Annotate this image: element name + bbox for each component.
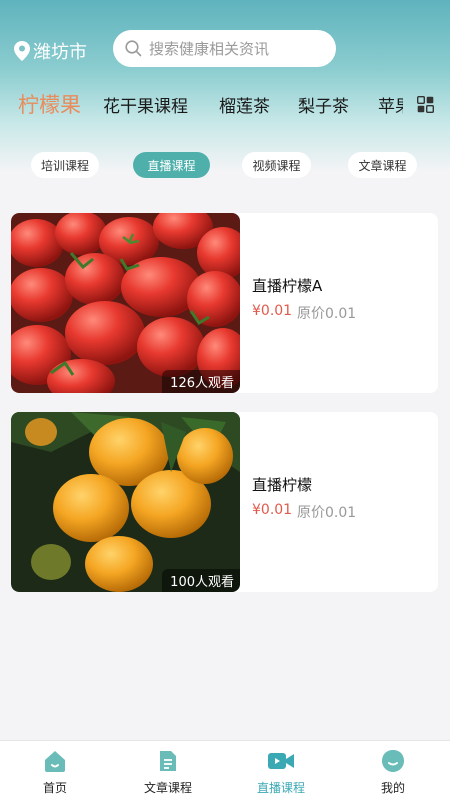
category-tab-lemon[interactable]: 柠檬果 xyxy=(18,92,81,119)
home-icon xyxy=(45,751,65,772)
bottom-tab-bar: 首页 文章课程 直播课程 我的 xyxy=(0,740,450,800)
category-tab-apple[interactable]: 苹果 xyxy=(378,92,403,117)
category-tab-durian-tea[interactable]: 榴莲茶 xyxy=(219,92,270,117)
course-card[interactable]: 100人观看 直播柠檬 ¥0.01 原价0.01 xyxy=(11,412,438,592)
course-original-price: 原价0.01 xyxy=(297,306,357,322)
viewer-count: 100人观看 xyxy=(162,569,240,592)
course-card[interactable]: 126人观看 直播柠檬A ¥0.01 原价0.01 xyxy=(11,213,438,393)
filter-live-courses[interactable]: 直播课程 xyxy=(133,152,210,178)
article-icon xyxy=(160,751,176,771)
orange-photo xyxy=(11,412,240,592)
category-tabs: 柠檬果 花干果课程 榴莲茶 梨子茶 苹果 xyxy=(0,92,450,122)
course-title: 直播柠檬A xyxy=(252,277,323,295)
course-price: ¥0.01 xyxy=(252,502,293,518)
tab-live-label: 直播课程 xyxy=(256,781,305,795)
tab-home[interactable]: 首页 xyxy=(10,749,100,796)
profile-icon xyxy=(382,750,404,772)
tab-mine[interactable]: 我的 xyxy=(348,749,438,796)
tomato-photo xyxy=(11,213,240,393)
tab-home-label: 首页 xyxy=(42,781,67,795)
course-thumbnail-orange: 100人观看 xyxy=(11,412,240,592)
location-selector[interactable]: 潍坊市 xyxy=(14,38,87,64)
search-icon xyxy=(125,40,142,57)
video-camera-icon xyxy=(268,753,294,769)
category-tab-pear-tea[interactable]: 梨子茶 xyxy=(298,92,349,117)
course-type-filters: 培训课程 直播课程 视频课程 文章课程 xyxy=(0,152,450,178)
filter-video-courses[interactable]: 视频课程 xyxy=(242,152,311,178)
city-name: 潍坊市 xyxy=(33,42,87,63)
top-bar: 潍坊市 xyxy=(0,30,450,68)
course-original-price: 原价0.01 xyxy=(297,505,357,521)
grid-icon[interactable] xyxy=(417,96,434,113)
filter-training-courses[interactable]: 培训课程 xyxy=(31,152,99,178)
tab-mine-label: 我的 xyxy=(380,781,405,795)
search-input[interactable] xyxy=(149,39,329,58)
course-thumbnail-tomato: 126人观看 xyxy=(11,213,240,393)
tab-live-courses[interactable]: 直播课程 xyxy=(236,749,326,796)
course-price: ¥0.01 xyxy=(252,303,293,319)
tab-article-courses[interactable]: 文章课程 xyxy=(123,749,213,796)
category-tab-dried-fruit[interactable]: 花干果课程 xyxy=(103,92,188,117)
viewer-count: 126人观看 xyxy=(162,370,240,393)
course-title: 直播柠檬 xyxy=(252,476,313,494)
tab-article-label: 文章课程 xyxy=(143,781,192,795)
filter-article-courses[interactable]: 文章课程 xyxy=(348,152,417,178)
location-pin-icon xyxy=(14,41,30,61)
search-bar[interactable] xyxy=(113,30,336,67)
